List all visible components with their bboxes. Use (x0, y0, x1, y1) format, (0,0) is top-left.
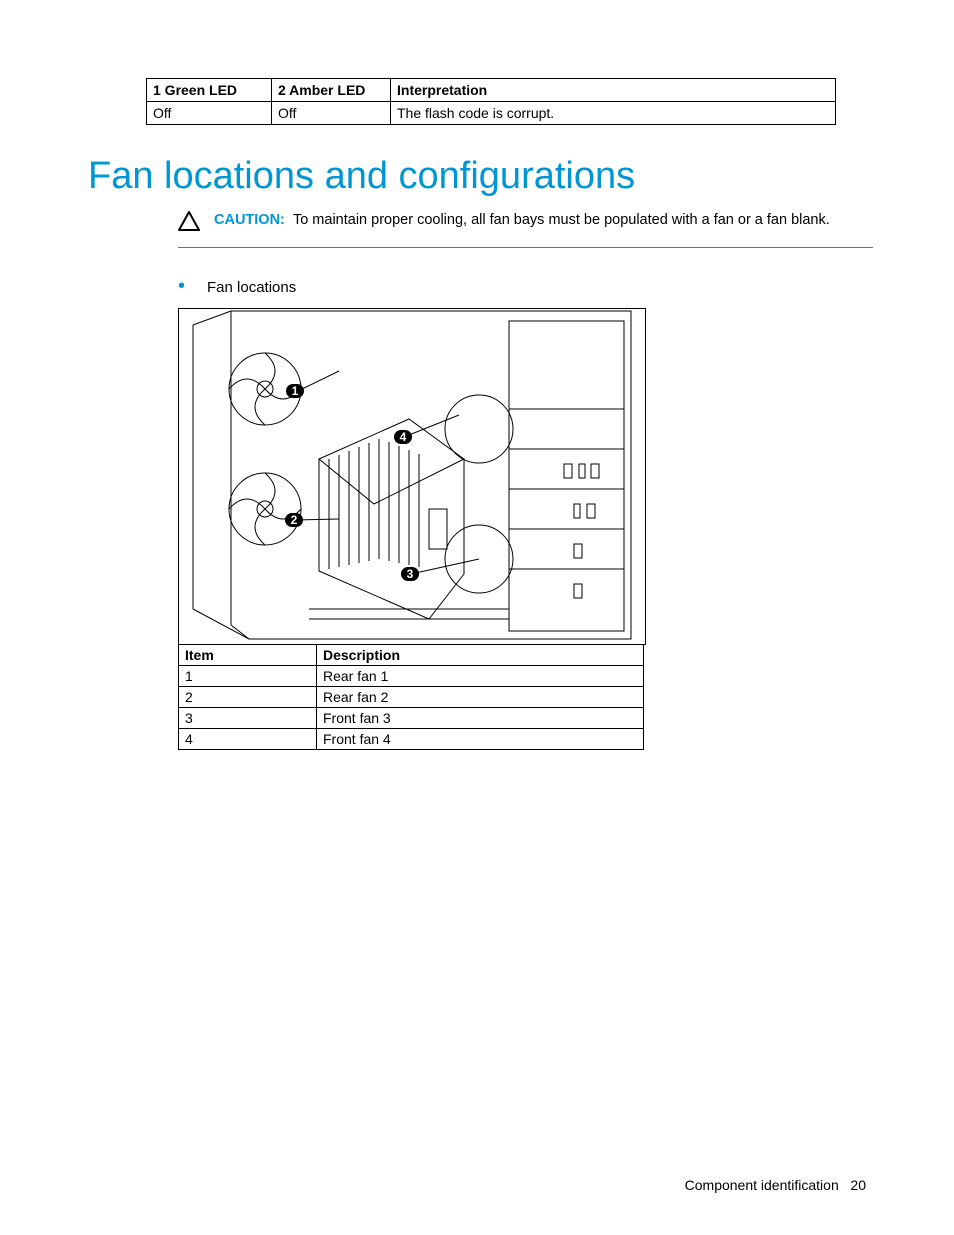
table-header-row: 1 Green LED 2 Amber LED Interpretation (147, 79, 836, 102)
table-header-row: Item Description (179, 645, 644, 666)
chassis-lineart-icon (179, 309, 645, 644)
led-col2-header: 2 Amber LED (272, 79, 391, 102)
table-row: 3 Front fan 3 (179, 708, 644, 729)
fan-item-header: Item (179, 645, 317, 666)
footer-section: Component identification (685, 1177, 839, 1193)
caution-block: CAUTION: To maintain proper cooling, all… (178, 210, 873, 248)
fan-location-diagram: 1 4 2 3 (178, 308, 646, 645)
led-cell: Off (147, 102, 272, 125)
led-cell: The flash code is corrupt. (391, 102, 836, 125)
caution-body: To maintain proper cooling, all fan bays… (293, 212, 830, 228)
callout-2: 2 (285, 513, 303, 527)
footer-page-number: 20 (850, 1177, 866, 1193)
bullet-item: • Fan locations (178, 276, 866, 296)
page-footer: Component identification 20 (685, 1177, 866, 1193)
fan-cell: Rear fan 1 (317, 666, 644, 687)
fan-desc-header: Description (317, 645, 644, 666)
fan-cell: Front fan 4 (317, 729, 644, 750)
led-cell: Off (272, 102, 391, 125)
table-row: Off Off The flash code is corrupt. (147, 102, 836, 125)
callout-3: 3 (401, 567, 419, 581)
table-row: 4 Front fan 4 (179, 729, 644, 750)
led-col1-header: 1 Green LED (147, 79, 272, 102)
caution-triangle-icon (178, 211, 200, 231)
fan-cell: 2 (179, 687, 317, 708)
section-title: Fan locations and configurations (88, 155, 866, 198)
callout-1: 1 (286, 384, 304, 398)
bullet-dot-icon: • (178, 276, 185, 296)
caution-text: CAUTION: To maintain proper cooling, all… (214, 210, 830, 231)
table-row: 2 Rear fan 2 (179, 687, 644, 708)
caution-label: CAUTION: (214, 212, 285, 228)
callout-4: 4 (394, 430, 412, 444)
fan-cell: 1 (179, 666, 317, 687)
fan-cell: Front fan 3 (317, 708, 644, 729)
bullet-text: Fan locations (207, 279, 296, 296)
table-row: 1 Rear fan 1 (179, 666, 644, 687)
led-col3-header: Interpretation (391, 79, 836, 102)
fan-cell: 3 (179, 708, 317, 729)
led-status-table: 1 Green LED 2 Amber LED Interpretation O… (146, 78, 836, 125)
fan-description-table: Item Description 1 Rear fan 1 2 Rear fan… (178, 644, 644, 750)
fan-cell: 4 (179, 729, 317, 750)
fan-cell: Rear fan 2 (317, 687, 644, 708)
